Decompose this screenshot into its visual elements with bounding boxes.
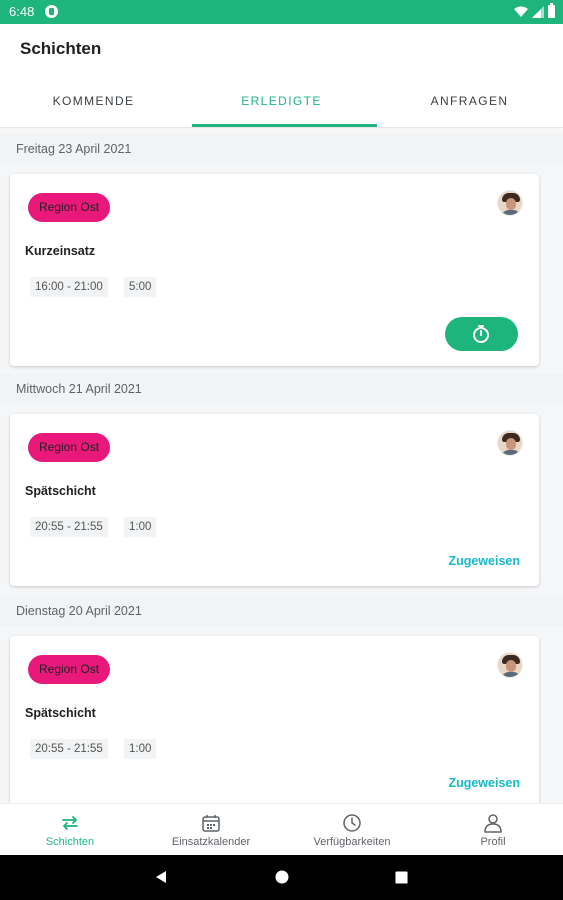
shift-name: Spätschicht xyxy=(25,484,96,498)
tab-anfragen[interactable]: ANFRAGEN xyxy=(376,78,563,128)
time-range: 20:55 - 21:55 xyxy=(30,739,108,759)
status-icons xyxy=(514,3,555,18)
day-header: Dienstag 20 April 2021 xyxy=(0,596,563,626)
tab-kommende[interactable]: KOMMENDE xyxy=(0,78,187,128)
day-header: Mittwoch 21 April 2021 xyxy=(0,374,563,404)
page-title: Schichten xyxy=(20,39,102,58)
status-bar: 6:48 xyxy=(0,0,563,24)
region-chip: Region Ost xyxy=(28,655,111,684)
day-header: Freitag 23 April 2021 xyxy=(0,134,563,164)
avatar xyxy=(497,190,523,216)
duration: 5:00 xyxy=(124,277,157,297)
recents-icon[interactable] xyxy=(395,871,408,884)
battery-icon xyxy=(548,3,555,18)
nav-label: Einsatzkalender xyxy=(171,836,251,848)
stopwatch-icon xyxy=(473,325,489,343)
clock-icon xyxy=(343,814,361,832)
bottom-nav: Schichten Einsatzkalender Verfügbarkeite… xyxy=(0,803,563,855)
system-navigation-bar xyxy=(0,855,563,900)
tab-bar: KOMMENDE ERLEDIGTE ANFRAGEN xyxy=(0,78,563,128)
shift-card[interactable]: Region Ost Spätschicht 20:55 - 21:55 1:0… xyxy=(10,636,539,803)
region-chip: Region Ost xyxy=(28,433,111,462)
nav-label: Profil xyxy=(480,836,506,848)
calendar-icon xyxy=(202,815,220,832)
nav-label: Verfügbarkeiten xyxy=(313,836,391,848)
nav-label: Schichten xyxy=(45,836,95,848)
swap-arrows-icon xyxy=(62,816,78,830)
back-icon[interactable] xyxy=(154,870,168,884)
duration: 1:00 xyxy=(124,517,157,537)
nav-schichten[interactable]: Schichten xyxy=(0,804,140,856)
person-icon xyxy=(484,814,502,833)
home-icon[interactable] xyxy=(275,870,289,884)
region-chip: Region Ost xyxy=(28,193,111,222)
assign-link[interactable]: Zugeweisen xyxy=(448,776,520,790)
assign-link[interactable]: Zugeweisen xyxy=(448,554,520,568)
nav-einsatzkalender[interactable]: Einsatzkalender xyxy=(141,804,281,856)
time-range: 20:55 - 21:55 xyxy=(30,517,108,537)
wifi-icon xyxy=(514,6,528,17)
shift-card[interactable]: Region Ost Kurzeinsatz 16:00 - 21:00 5:0… xyxy=(10,174,539,366)
app-notification-icon xyxy=(45,5,58,18)
avatar xyxy=(497,430,523,456)
app-bar: Schichten xyxy=(0,24,563,78)
avatar xyxy=(497,652,523,678)
shift-name: Spätschicht xyxy=(25,706,96,720)
nav-verfuegbarkeiten[interactable]: Verfügbarkeiten xyxy=(282,804,422,856)
tab-indicator xyxy=(192,124,377,127)
nav-profil[interactable]: Profil xyxy=(423,804,563,856)
time-range: 16:00 - 21:00 xyxy=(30,277,108,297)
status-time: 6:48 xyxy=(9,4,35,19)
duration: 1:00 xyxy=(124,739,157,759)
shift-name: Kurzeinsatz xyxy=(25,244,96,258)
shift-list[interactable]: Freitag 23 April 2021 Region Ost Kurzein… xyxy=(0,130,563,803)
shift-card[interactable]: Region Ost Spätschicht 20:55 - 21:55 1:0… xyxy=(10,414,539,586)
tab-erledigte[interactable]: ERLEDIGTE xyxy=(188,78,375,128)
timer-button[interactable] xyxy=(445,317,518,351)
signal-icon xyxy=(532,5,544,18)
